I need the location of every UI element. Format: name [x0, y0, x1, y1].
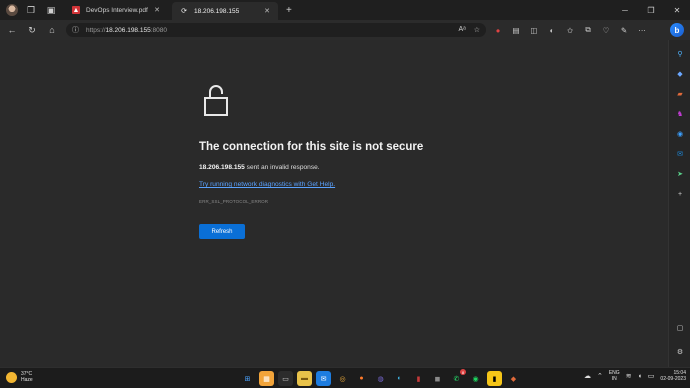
extension-icon[interactable]: ●	[492, 24, 504, 36]
extensions-icon[interactable]: ✎	[618, 24, 630, 36]
start-icon[interactable]: ⊞	[240, 371, 255, 386]
clock[interactable]: 15:04 02-09-2023	[660, 370, 686, 382]
onedrive-icon[interactable]: ☁	[584, 372, 591, 380]
refresh-tab-icon[interactable]: ◐	[546, 24, 558, 36]
browser-essentials-icon[interactable]: ♡	[600, 24, 612, 36]
error-page: The connection for this site is not secu…	[0, 40, 668, 367]
mail-icon[interactable]: ✉	[316, 371, 331, 386]
favorite-star-icon[interactable]: ☆	[474, 26, 480, 34]
close-icon[interactable]: ✕	[264, 7, 270, 15]
sticky-notes-icon[interactable]: ▮	[487, 371, 502, 386]
git-icon[interactable]: ◆	[506, 371, 521, 386]
edge-sidebar: ⚲ ◆ ▰ ♞ ◉ ✉ ➤ + ▢ ⚙	[668, 40, 690, 367]
collections-icon[interactable]: ⧉	[582, 24, 594, 36]
tab-title: DevOps Interview.pdf	[86, 6, 148, 14]
copilot-icon[interactable]: b	[670, 23, 684, 37]
sidebar-toggle-icon[interactable]: ▢	[674, 322, 686, 334]
tab-devops-pdf[interactable]: ▲ DevOps Interview.pdf ✕	[64, 0, 168, 20]
refresh-button[interactable]: Refresh	[199, 224, 245, 239]
restore-button[interactable]: ❐	[638, 0, 664, 20]
terminal-icon[interactable]: ▮	[411, 371, 426, 386]
notification-badge: 8	[460, 369, 466, 375]
favorites-icon[interactable]: ✩	[564, 24, 576, 36]
error-title: The connection for this site is not secu…	[199, 141, 424, 153]
widgets-icon[interactable]: ▦	[259, 371, 274, 386]
home-button[interactable]: ⌂	[44, 22, 60, 38]
error-message: 18.206.198.155 sent an invalid response.	[199, 164, 320, 171]
obs-icon[interactable]: ◍	[373, 371, 388, 386]
profile-avatar[interactable]	[6, 4, 18, 16]
close-window-button[interactable]: ✕	[664, 0, 690, 20]
taskbar: 37°C Haze ⊞ ▦ ▭ ▬ ✉ ◎ ● ◍ ◐ ▮ ◼ ✆ 8 ◉ ▮ ◆…	[0, 367, 690, 388]
spotify-icon[interactable]: ◉	[468, 371, 483, 386]
whatsapp-icon[interactable]: ✆ 8	[449, 369, 466, 386]
drop-icon[interactable]: ➤	[674, 168, 686, 180]
haze-icon	[6, 371, 17, 383]
task-view-icon[interactable]: ▭	[278, 371, 293, 386]
close-icon[interactable]: ✕	[154, 6, 160, 14]
volume-icon[interactable]: ◖	[638, 373, 642, 380]
site-info-icon[interactable]: ⓘ	[72, 25, 79, 35]
tab-title: 18.206.198.155	[194, 7, 240, 15]
split-screen-icon[interactable]: ◫	[528, 24, 540, 36]
file-explorer-icon[interactable]: ▬	[297, 371, 312, 386]
add-icon[interactable]: +	[674, 188, 686, 200]
reload-button[interactable]: ↻	[24, 22, 40, 38]
settings-icon[interactable]: ⚙	[674, 346, 686, 358]
app-icon[interactable]: ◼	[430, 371, 445, 386]
wifi-icon[interactable]: ≋	[626, 372, 632, 380]
tab-current-site[interactable]: ⟳ 18.206.198.155 ✕	[172, 2, 278, 20]
url-text: https://18.206.198.155:8080	[86, 26, 167, 34]
tools-icon[interactable]: ▰	[674, 88, 686, 100]
language-indicator[interactable]: ENG IN	[609, 370, 620, 382]
back-button[interactable]: ←	[4, 22, 20, 38]
outlook-icon[interactable]: ✉	[674, 148, 686, 160]
read-aloud-icon[interactable]: Aᵃ	[458, 26, 465, 34]
address-toolbar: ← ↻ ⌂ ⓘ https://18.206.198.155:8080 Aᵃ ☆…	[0, 20, 690, 40]
battery-icon[interactable]: ▭	[648, 372, 655, 380]
firefox-icon[interactable]: ●	[354, 371, 369, 386]
show-hidden-icons[interactable]: ⌃	[597, 372, 603, 380]
shopping-icon[interactable]: ◆	[674, 68, 686, 80]
page-icon: ⟳	[181, 8, 187, 15]
diagnostics-link[interactable]: Try running network diagnostics with Get…	[199, 181, 335, 188]
address-bar[interactable]: ⓘ https://18.206.198.155:8080 Aᵃ ☆	[66, 23, 486, 37]
microsoft365-icon[interactable]: ◉	[674, 128, 686, 140]
more-menu-icon[interactable]: ⋯	[636, 24, 648, 36]
search-icon[interactable]: ⚲	[674, 48, 686, 60]
tab-bar: ❐ ▣ ▲ DevOps Interview.pdf ✕ ⟳ 18.206.19…	[0, 0, 690, 20]
chrome-icon[interactable]: ◎	[335, 371, 350, 386]
weather-condition: Haze	[21, 377, 33, 383]
error-code: ERR_SSL_PROTOCOL_ERROR	[199, 199, 269, 204]
weather-widget[interactable]: 37°C Haze	[6, 371, 33, 383]
reading-view-icon[interactable]: ▤	[510, 24, 522, 36]
new-tab-button[interactable]: +	[286, 5, 292, 16]
edge-icon[interactable]: ◐	[392, 371, 407, 386]
workspaces-icon[interactable]: ❐	[24, 3, 38, 17]
games-icon[interactable]: ♞	[674, 108, 686, 120]
minimize-button[interactable]: ─	[612, 0, 638, 20]
pdf-icon: ▲	[72, 6, 80, 14]
tab-actions-icon[interactable]: ▣	[44, 3, 58, 17]
unlocked-padlock-icon	[204, 85, 228, 116]
